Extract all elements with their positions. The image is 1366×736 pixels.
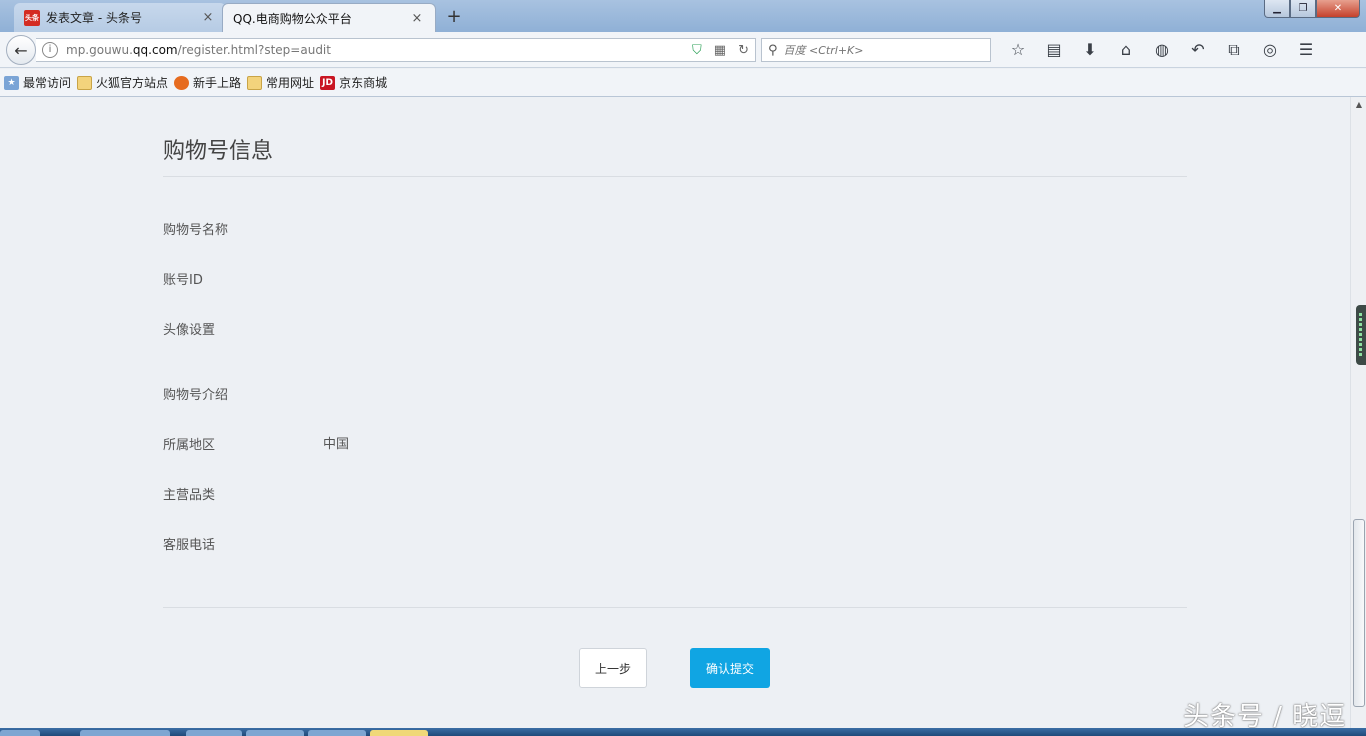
field-label-account-id: 账号ID [163, 273, 203, 288]
bookmark-star-icon: ★ [4, 75, 19, 90]
os-taskbar [0, 728, 1366, 736]
field-label-region: 所属地区 [163, 438, 216, 453]
scrollbar-thumb[interactable] [1353, 519, 1365, 707]
tab-toutiao[interactable]: 头条 发表文章 - 头条号 × [14, 3, 226, 32]
previous-step-button[interactable]: 上一步 [579, 648, 647, 688]
shield-icon[interactable]: ⛉ [692, 43, 702, 58]
search-icon: ⚲ [768, 42, 778, 58]
divider [163, 607, 1187, 608]
back-arrow-icon[interactable]: ← [6, 35, 36, 65]
navigation-bar: ← i mp.gouwu.qq.com/register.html?step=a… [0, 32, 1366, 68]
tab-strip: 头条 发表文章 - 头条号 × QQ.电商购物公众平台 × + ▁ ❐ ✕ [0, 0, 1366, 32]
close-icon[interactable]: × [409, 11, 425, 26]
taskbar-item[interactable] [246, 730, 304, 736]
bookmark-most-visited[interactable]: ★ 最常访问 [4, 74, 71, 91]
window-controls: ▁ ❐ ✕ [1264, 0, 1360, 18]
toutiao-favicon-icon: 头条 [24, 9, 40, 26]
start-button[interactable] [0, 730, 40, 736]
bookmark-getting-started[interactable]: 新手上路 [174, 74, 241, 91]
search-bar[interactable]: ⚲ [761, 38, 991, 62]
reload-icon[interactable]: ↻ [738, 43, 749, 58]
field-value-region: 中国 [323, 437, 350, 452]
download-arrow-icon[interactable]: ⬇ [1072, 40, 1108, 60]
new-tab-button[interactable]: + [444, 6, 464, 27]
hamburger-menu-icon[interactable]: ☰ [1288, 40, 1324, 60]
maximize-icon[interactable]: ❐ [1290, 0, 1316, 18]
field-label-intro: 购物号介绍 [163, 388, 229, 403]
qr-code-icon[interactable]: ▦ [714, 43, 726, 58]
bookmarks-bar: ★ 最常访问 火狐官方站点 新手上路 常用网址 JD 京东商城 [0, 69, 1366, 97]
tab-qq-shopping[interactable]: QQ.电商购物公众平台 × [222, 3, 436, 32]
field-label-category: 主营品类 [163, 488, 216, 503]
taskbar-item[interactable] [370, 730, 428, 736]
folder-icon [247, 75, 263, 90]
folder-icon [77, 75, 93, 90]
url-bar[interactable]: i mp.gouwu.qq.com/register.html?step=aud… [36, 38, 756, 62]
bookmark-star-icon[interactable]: ☆ [1000, 40, 1036, 60]
search-input[interactable] [783, 43, 974, 57]
reader-list-icon[interactable]: ▤ [1036, 40, 1072, 60]
scroll-up-icon[interactable]: ▲ [1351, 97, 1366, 113]
home-icon[interactable]: ⌂ [1108, 40, 1144, 60]
info-icon[interactable]: i [42, 42, 58, 58]
tab-title: 发表文章 - 头条号 [46, 11, 142, 25]
jd-icon: JD [320, 75, 336, 90]
field-label-shop-name: 购物号名称 [163, 223, 229, 238]
side-panel-handle[interactable] [1356, 305, 1366, 365]
minimize-icon[interactable]: ▁ [1264, 0, 1290, 18]
divider [163, 176, 1187, 177]
browser-toolbar: ☆ ▤ ⬇ ⌂ ◍ ↶ ⧉ ◎ ☰ [1000, 40, 1324, 60]
undo-arrow-icon[interactable]: ↶ [1180, 40, 1216, 60]
taskbar-item[interactable] [308, 730, 366, 736]
bookmark-common-sites[interactable]: 常用网址 [247, 74, 314, 91]
vertical-scrollbar[interactable]: ▲ [1350, 97, 1366, 728]
window-close-icon[interactable]: ✕ [1316, 0, 1360, 18]
firefox-icon [174, 75, 190, 90]
tab-title: QQ.电商购物公众平台 [233, 11, 352, 26]
url-text[interactable]: mp.gouwu.qq.com/register.html?step=audit [66, 43, 686, 57]
taskbar-item[interactable] [186, 730, 242, 736]
bookmark-firefox-site[interactable]: 火狐官方站点 [77, 74, 168, 91]
field-label-avatar: 头像设置 [163, 323, 216, 338]
confirm-submit-button[interactable]: 确认提交 [690, 648, 770, 688]
page-content: 购物号信息 购物号名称 账号ID 头像设置 购物号介绍 所属地区 中国 主营品类… [0, 97, 1350, 728]
crop-icon[interactable]: ⧉ [1216, 40, 1252, 60]
close-icon[interactable]: × [200, 10, 216, 25]
bookmark-jd-mall[interactable]: JD 京东商城 [320, 74, 387, 91]
field-label-phone: 客服电话 [163, 538, 216, 553]
taskbar-item[interactable] [80, 730, 170, 736]
chat-bubble-icon[interactable]: ◍ [1144, 40, 1180, 60]
globe-icon[interactable]: ◎ [1252, 40, 1288, 60]
page-title: 购物号信息 [163, 139, 274, 164]
